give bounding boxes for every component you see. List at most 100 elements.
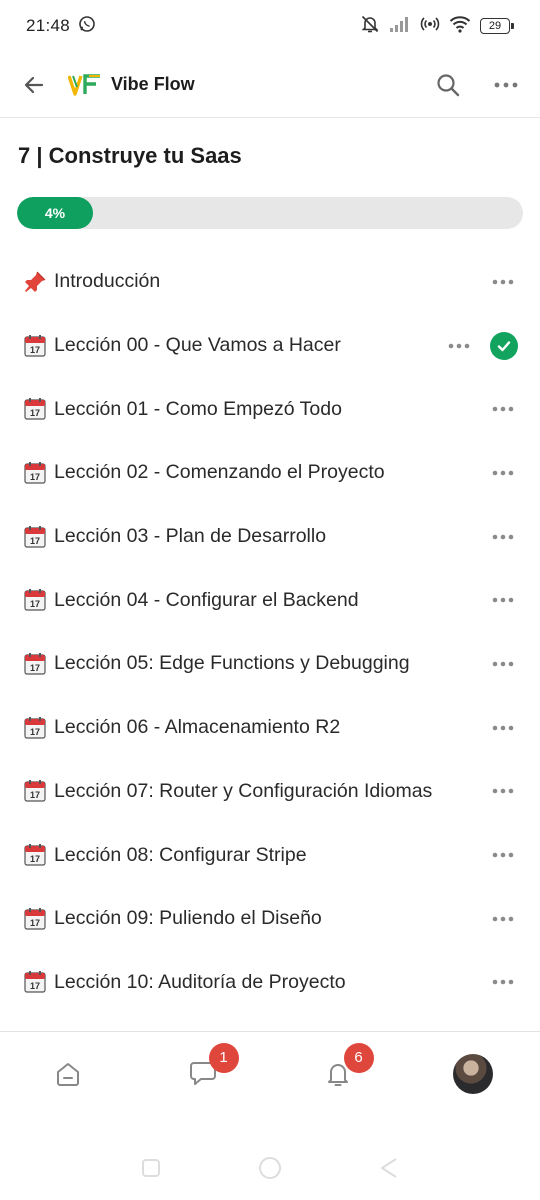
lesson-actions — [488, 904, 518, 934]
svg-text:17: 17 — [30, 345, 40, 355]
lesson-label: Lección 00 - Que Vamos a Hacer — [54, 334, 341, 357]
avatar — [452, 1053, 493, 1094]
lesson-actions — [488, 713, 518, 743]
svg-text:17: 17 — [30, 727, 40, 737]
home-icon — [56, 1062, 79, 1086]
whatsapp-icon — [78, 15, 96, 38]
lesson-item[interactable]: 17 Lección 09: Puliendo el Diseño — [0, 887, 540, 951]
nav-home[interactable] — [38, 1044, 98, 1104]
svg-text:17: 17 — [30, 854, 40, 864]
calendar-icon: 17 — [22, 587, 48, 613]
app-actions — [428, 65, 526, 105]
pushpin-icon — [22, 269, 48, 295]
lesson-label: Lección 02 - Comenzando el Proyecto — [54, 461, 385, 484]
recents-button[interactable] — [141, 1158, 161, 1183]
progress-fill: 4% — [17, 197, 93, 229]
progress-bar: 4% — [17, 197, 523, 229]
nav-messages[interactable]: 1 — [173, 1042, 239, 1104]
signal-icon — [389, 15, 411, 38]
lesson-actions — [488, 967, 518, 997]
calendar-icon: 17 — [22, 778, 48, 804]
calendar-icon: 17 — [22, 396, 48, 422]
lesson-label: Lección 07: Router y Configuración Idiom… — [54, 779, 433, 802]
more-horizontal-icon[interactable] — [488, 840, 518, 870]
calendar-icon: 17 — [22, 969, 48, 995]
system-nav — [0, 1140, 540, 1200]
arrow-left-icon — [24, 76, 44, 93]
home-system-button[interactable] — [257, 1155, 283, 1186]
svg-text:17: 17 — [30, 408, 40, 418]
app-bar: Vibe Flow — [0, 52, 540, 118]
svg-text:17: 17 — [30, 981, 40, 991]
lesson-item[interactable]: 17 Lección 08: Configurar Stripe — [0, 823, 540, 887]
more-horizontal-icon[interactable] — [488, 713, 518, 743]
lesson-actions — [488, 458, 518, 488]
lesson-item[interactable]: 17 Lección 06 - Almacenamiento R2 — [0, 696, 540, 760]
more-horizontal-icon[interactable] — [488, 776, 518, 806]
svg-text:17: 17 — [30, 663, 40, 673]
lesson-actions — [488, 522, 518, 552]
progress-label: 4% — [44, 205, 66, 221]
nav-notifications[interactable]: 6 — [308, 1042, 374, 1104]
calendar-icon: 17 — [22, 651, 48, 677]
more-options-button[interactable] — [486, 65, 526, 105]
lesson-item[interactable]: 17 Lección 04 - Configurar el Backend — [0, 568, 540, 632]
lesson-item[interactable]: 17 Lección 02 - Comenzando el Proyecto — [0, 441, 540, 505]
lesson-label: Introducción — [54, 270, 161, 293]
mute-bell-icon — [360, 14, 380, 39]
lesson-label: Lección 10: Auditoría de Proyecto — [54, 970, 346, 993]
status-time: 21:48 — [26, 16, 71, 35]
lesson-item[interactable]: 17 Lección 01 - Como Empezó Todo — [0, 377, 540, 441]
circle-icon — [259, 1156, 281, 1179]
nav-profile[interactable] — [443, 1044, 503, 1104]
search-button[interactable] — [428, 65, 468, 105]
back-system-button[interactable] — [379, 1157, 399, 1184]
more-horizontal-icon[interactable] — [488, 394, 518, 424]
lesson-item[interactable]: 17 Lección 03 - Plan de Desarrollo — [0, 505, 540, 569]
calendar-icon: 17 — [22, 460, 48, 486]
more-horizontal-icon[interactable] — [488, 649, 518, 679]
lesson-item[interactable]: Introducción — [0, 250, 540, 314]
lesson-item[interactable]: 17 Lección 10: Auditoría de Proyecto — [0, 951, 540, 1015]
more-horizontal-icon[interactable] — [444, 331, 474, 361]
wifi-icon — [449, 15, 471, 38]
lesson-label: Lección 01 - Como Empezó Todo — [54, 397, 342, 420]
app-title: Vibe Flow — [111, 74, 195, 94]
calendar-icon: 17 — [22, 524, 48, 550]
lesson-item[interactable]: 17 Lección 05: Edge Functions y Debugging — [0, 632, 540, 696]
svg-text:17: 17 — [30, 536, 40, 546]
lesson-actions — [488, 649, 518, 679]
svg-text:17: 17 — [30, 472, 40, 482]
more-horizontal-icon[interactable] — [488, 267, 518, 297]
more-horizontal-icon[interactable] — [488, 967, 518, 997]
lesson-item[interactable]: 17 Lección 00 - Que Vamos a Hacer — [0, 314, 540, 378]
lesson-list: Introducción 17 Lección 00 - Que Vamos a H… — [0, 250, 540, 1014]
triangle-back-icon — [381, 1157, 397, 1178]
lesson-label: Lección 05: Edge Functions y Debugging — [54, 652, 410, 675]
status-right: 29 — [360, 14, 514, 39]
search-icon — [437, 73, 460, 96]
battery-icon: 29 — [480, 18, 514, 34]
lesson-actions — [488, 394, 518, 424]
back-button[interactable] — [14, 65, 54, 105]
check-circle-icon[interactable] — [490, 331, 518, 360]
lesson-actions — [488, 776, 518, 806]
lesson-item[interactable]: 17 Lección 07: Router y Configuración Idi… — [0, 760, 540, 824]
messages-badge: 1 — [208, 1042, 239, 1073]
svg-text:17: 17 — [30, 599, 40, 609]
lesson-label: Lección 09: Puliendo el Diseño — [54, 907, 322, 930]
square-icon — [142, 1158, 160, 1177]
more-horizontal-icon[interactable] — [488, 585, 518, 615]
more-horizontal-icon[interactable] — [488, 522, 518, 552]
lesson-label: Lección 08: Configurar Stripe — [54, 843, 307, 866]
hotspot-icon — [420, 14, 440, 39]
svg-text:17: 17 — [30, 918, 40, 928]
vibe-flow-logo — [68, 73, 102, 96]
lesson-label: Lección 04 - Configurar el Backend — [54, 588, 359, 611]
more-horizontal-icon[interactable] — [488, 904, 518, 934]
lesson-actions — [488, 840, 518, 870]
calendar-icon: 17 — [22, 842, 48, 868]
lesson-actions — [444, 331, 518, 361]
more-horizontal-icon[interactable] — [488, 458, 518, 488]
calendar-icon: 17 — [22, 906, 48, 932]
